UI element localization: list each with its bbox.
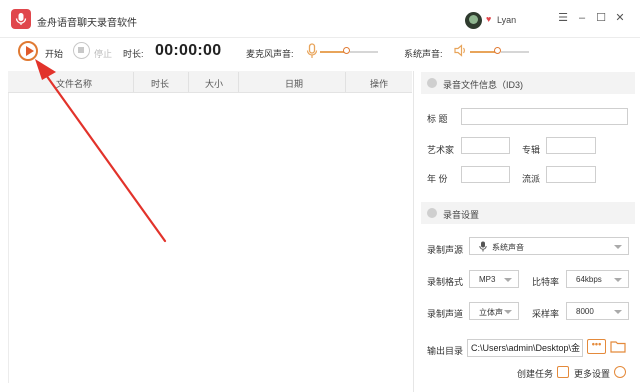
id3-section-header: 录音文件信息（ID3) — [421, 72, 635, 94]
start-label[interactable]: 开始 — [45, 47, 63, 60]
app-title: 金舟语音聊天录音软件 — [37, 18, 137, 29]
samplerate-label: 采样率 — [532, 309, 560, 319]
microphone-icon — [479, 241, 487, 252]
start-record-button[interactable] — [18, 41, 38, 61]
output-label: 输出目录 — [427, 346, 464, 356]
menu-icon[interactable]: ☰ — [556, 11, 570, 25]
info-icon — [427, 78, 437, 88]
column-header-size[interactable]: 大小 — [205, 77, 223, 90]
album-label: 专辑 — [522, 145, 541, 155]
chevron-down-icon — [504, 278, 512, 282]
format-label: 录制格式 — [427, 277, 464, 287]
close-button[interactable]: ✕ — [613, 11, 627, 25]
stop-record-button[interactable] — [73, 42, 90, 59]
avatar[interactable] — [465, 12, 482, 29]
browse-button[interactable]: ••• — [587, 339, 606, 354]
settings-gear-icon[interactable] — [614, 366, 626, 378]
bitrate-select[interactable]: 64kbps — [566, 270, 629, 288]
bitrate-label: 比特率 — [532, 277, 560, 287]
heart-icon: ♥ — [486, 14, 492, 24]
format-value: MP3 — [479, 275, 496, 284]
column-header-actions[interactable]: 操作 — [370, 77, 388, 90]
title-input[interactable] — [461, 108, 628, 125]
stop-label: 停止 — [94, 49, 113, 59]
channel-value: 立体声 — [479, 308, 503, 317]
output-path-input[interactable]: C:\Users\admin\Desktop\金 — [467, 339, 583, 357]
system-volume-track[interactable] — [501, 51, 529, 53]
channel-select[interactable]: 立体声 — [469, 302, 519, 320]
play-icon — [26, 46, 34, 56]
recording-timer: 00:00:00 — [155, 42, 222, 59]
chevron-down-icon — [614, 310, 622, 314]
gear-icon — [427, 208, 437, 218]
folder-icon[interactable] — [610, 340, 626, 353]
column-header-date[interactable]: 日期 — [285, 77, 303, 90]
column-divider — [188, 72, 189, 92]
record-settings-title: 录音设置 — [443, 210, 480, 220]
app-logo-icon — [11, 9, 31, 29]
year-label: 年 份 — [427, 174, 448, 184]
genre-input[interactable] — [546, 166, 596, 183]
mic-volume-track[interactable] — [350, 51, 378, 53]
column-header-duration[interactable]: 时长 — [151, 77, 169, 90]
create-task-link[interactable]: 创建任务 — [517, 367, 553, 380]
source-label: 录制声源 — [427, 245, 464, 255]
speaker-icon[interactable] — [454, 44, 468, 57]
duration-label: 时长: — [123, 49, 144, 59]
mic-volume-label: 麦克风声音: — [246, 49, 294, 59]
minimize-button[interactable]: – — [575, 11, 589, 25]
genre-label: 流派 — [522, 174, 541, 184]
system-volume-slider[interactable] — [494, 47, 501, 54]
username[interactable]: Lyan — [497, 15, 516, 25]
artist-label: 艺术家 — [427, 145, 455, 155]
stop-icon — [78, 47, 84, 53]
chevron-down-icon — [614, 278, 622, 282]
format-select[interactable]: MP3 — [469, 270, 519, 288]
source-value: 系统声音 — [492, 243, 524, 252]
record-settings-header: 录音设置 — [421, 202, 635, 224]
id3-section-title: 录音文件信息（ID3) — [443, 80, 524, 90]
samplerate-select[interactable]: 8000 — [566, 302, 629, 320]
column-divider — [345, 72, 346, 92]
microphone-icon[interactable] — [306, 43, 318, 59]
system-volume-fill — [470, 51, 495, 53]
system-volume-label: 系统声音: — [404, 49, 443, 59]
artist-input[interactable] — [461, 137, 510, 154]
source-select[interactable]: 系统声音 — [469, 237, 629, 255]
file-list[interactable] — [8, 93, 412, 383]
title-label: 标 题 — [427, 114, 448, 124]
more-settings-link[interactable]: 更多设置 — [574, 367, 610, 380]
chevron-down-icon — [504, 310, 512, 314]
samplerate-value: 8000 — [576, 307, 594, 316]
album-input[interactable] — [546, 137, 596, 154]
column-divider — [238, 72, 239, 92]
column-divider — [133, 72, 134, 92]
bitrate-value: 64kbps — [576, 275, 602, 284]
maximize-button[interactable]: ☐ — [594, 11, 608, 25]
task-icon[interactable] — [557, 366, 569, 378]
chevron-down-icon — [614, 245, 622, 249]
year-input[interactable] — [461, 166, 510, 183]
channel-label: 录制声道 — [427, 309, 464, 319]
mic-volume-slider[interactable] — [343, 47, 350, 54]
column-header-filename[interactable]: 文件名称 — [56, 77, 92, 90]
